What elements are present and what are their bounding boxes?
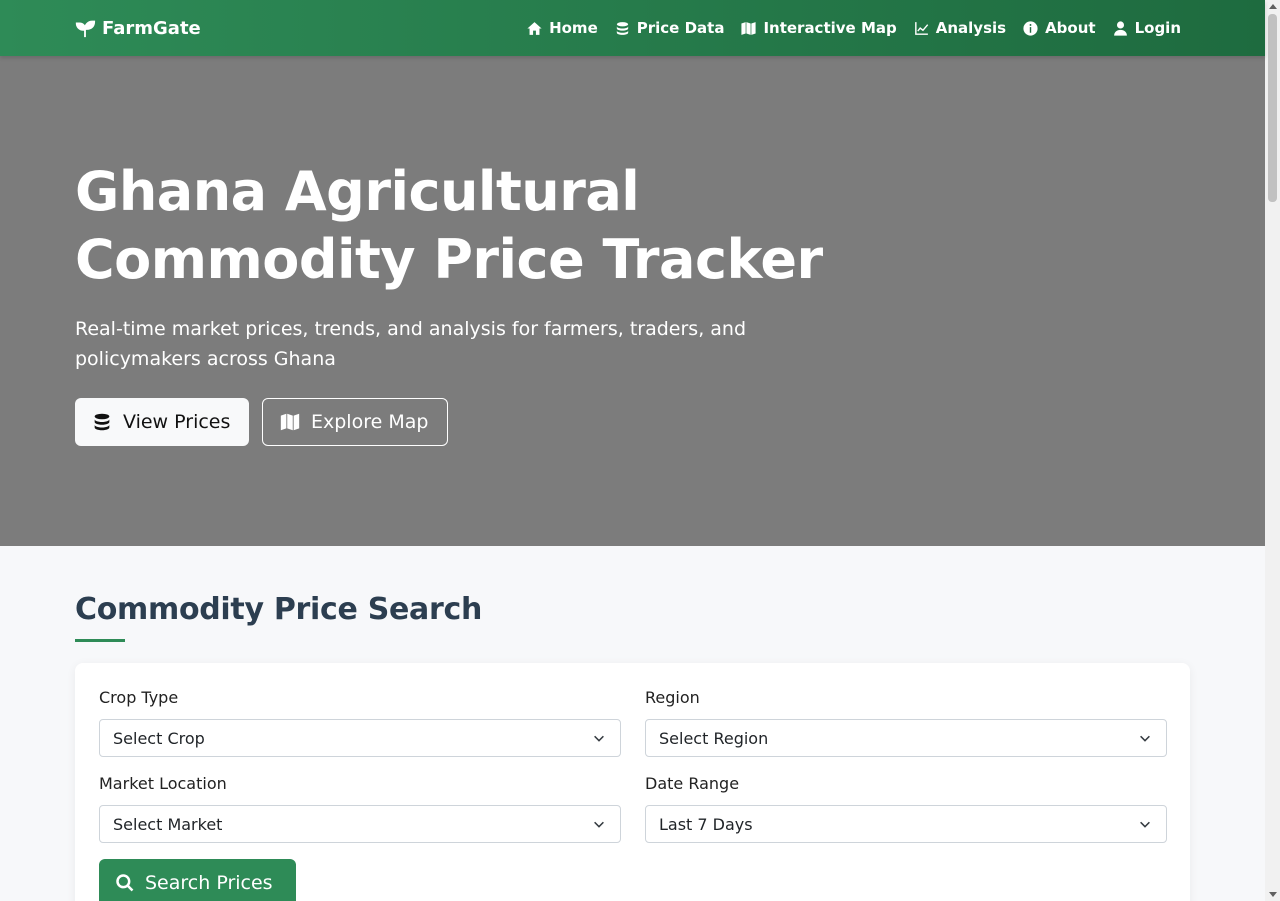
map-icon xyxy=(280,413,300,431)
date-range-label: Date Range xyxy=(645,774,740,793)
page-scrollbar[interactable] xyxy=(1265,0,1280,901)
hero-title: Ghana Agricultural Commodity Price Track… xyxy=(75,158,875,294)
hero-title-line1: Ghana Agricultural xyxy=(75,160,640,223)
nav-about-label: About xyxy=(1045,19,1096,37)
nav-links: Home Price Data Interactive Map Analysis… xyxy=(526,19,1181,37)
nav-interactive-map-label: Interactive Map xyxy=(763,19,897,37)
map-icon xyxy=(741,21,757,35)
market-location-value: Select Market xyxy=(113,814,223,834)
search-prices-button[interactable]: Search Prices xyxy=(99,859,296,901)
nav-home-label: Home xyxy=(549,19,598,37)
chevron-down-icon xyxy=(594,735,604,742)
search-icon xyxy=(116,874,134,892)
info-icon xyxy=(1023,20,1038,36)
nav-price-data-label: Price Data xyxy=(636,19,725,37)
chevron-down-icon xyxy=(594,821,604,828)
scroll-down-arrow[interactable] xyxy=(1269,892,1277,897)
view-prices-button[interactable]: View Prices xyxy=(75,398,249,446)
crop-type-value: Select Crop xyxy=(113,728,205,748)
search-prices-label: Search Prices xyxy=(145,872,273,894)
hero-title-line2: Commodity Price Tracker xyxy=(75,228,823,291)
crop-type-label: Crop Type xyxy=(99,688,179,707)
date-range-value: Last 7 Days xyxy=(659,814,753,834)
nav-price-data[interactable]: Price Data xyxy=(614,19,725,37)
nav-analysis[interactable]: Analysis xyxy=(913,19,1006,37)
coins-icon xyxy=(616,21,628,35)
nav-interactive-map[interactable]: Interactive Map xyxy=(740,19,897,37)
brand-logo[interactable]: FarmGate xyxy=(74,17,201,39)
crop-type-select[interactable]: Select Crop xyxy=(99,719,621,757)
date-range-select[interactable]: Last 7 Days xyxy=(645,805,1167,843)
chevron-down-icon xyxy=(1140,735,1150,742)
explore-map-label: Explore Map xyxy=(311,411,429,433)
seedling-icon xyxy=(75,20,96,38)
nav-about[interactable]: About xyxy=(1022,19,1096,37)
market-location-label: Market Location xyxy=(99,774,227,793)
explore-map-button[interactable]: Explore Map xyxy=(262,398,448,446)
market-location-select[interactable]: Select Market xyxy=(99,805,621,843)
title-underline xyxy=(75,639,125,642)
region-select[interactable]: Select Region xyxy=(645,719,1167,757)
coins-icon xyxy=(94,413,110,431)
scroll-up-arrow[interactable] xyxy=(1269,4,1277,9)
brand-name: FarmGate xyxy=(102,17,201,39)
nav-login-label: Login xyxy=(1134,19,1181,37)
view-prices-label: View Prices xyxy=(123,411,231,433)
section-title: Commodity Price Search xyxy=(75,592,483,627)
user-icon xyxy=(1113,20,1127,36)
nav-login[interactable]: Login xyxy=(1112,19,1181,37)
scroll-thumb[interactable] xyxy=(1268,14,1277,202)
nav-analysis-label: Analysis xyxy=(935,19,1007,37)
chart-line-icon xyxy=(914,21,928,35)
hero-subtitle: Real-time market prices, trends, and ana… xyxy=(75,318,747,370)
chevron-down-icon xyxy=(1140,821,1150,828)
nav-home[interactable]: Home xyxy=(526,19,598,37)
home-icon xyxy=(527,21,542,35)
hero-section: Ghana Agricultural Commodity Price Track… xyxy=(0,56,1265,546)
region-label: Region xyxy=(645,688,700,707)
region-value: Select Region xyxy=(659,728,769,748)
top-navbar: FarmGate Home Price Data Interactive Map… xyxy=(0,0,1265,56)
